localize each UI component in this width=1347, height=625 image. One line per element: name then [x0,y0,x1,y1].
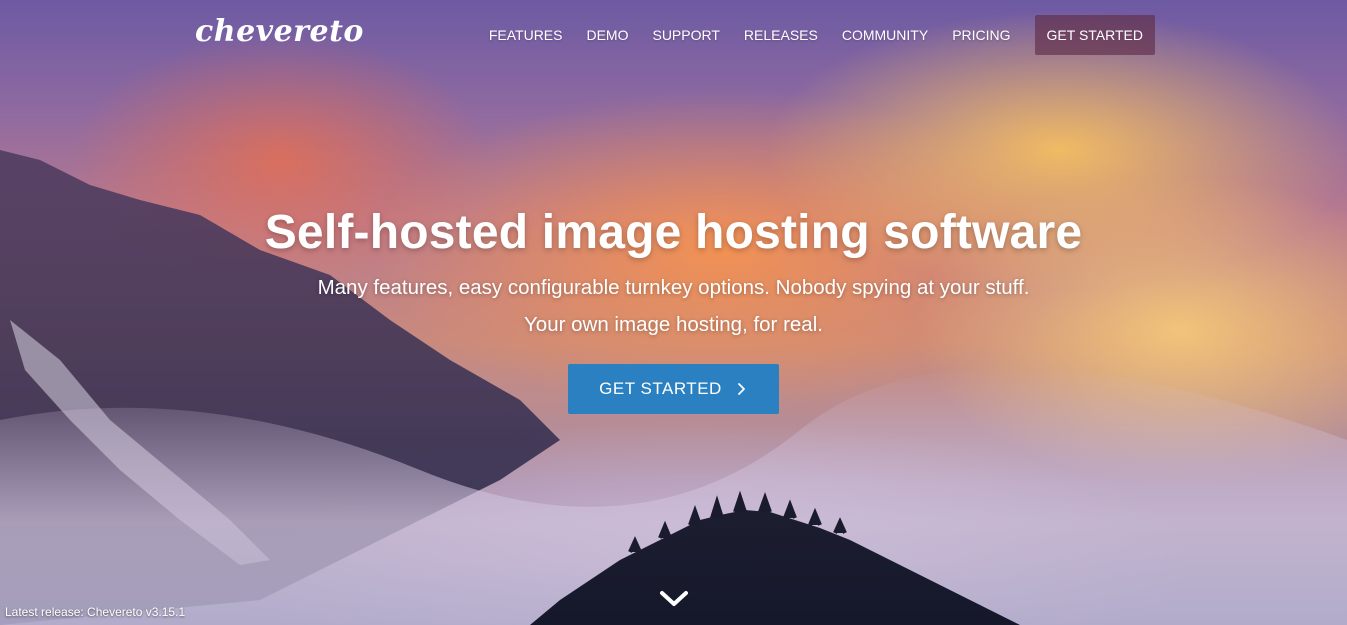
hero-button-label: GET STARTED [599,379,722,398]
nav-get-started-button[interactable]: GET STARTED [1034,15,1155,55]
nav-item-features[interactable]: FEATURES [477,15,575,55]
top-navigation: chevereto FEATURES DEMO SUPPORT RELEASES… [0,0,1347,70]
hero-title: Self-hosted image hosting software [264,206,1083,259]
hero-subtitle-line-2: Your own image hosting, for real. [524,313,823,336]
nav-item-pricing[interactable]: PRICING [940,15,1022,55]
chevereto-logo[interactable]: chevereto [195,14,364,49]
chevron-down-icon[interactable] [659,589,689,609]
chevron-right-icon [737,383,745,395]
nav-item-community[interactable]: COMMUNITY [830,15,940,55]
hero-get-started-button[interactable]: GET STARTED [568,364,779,414]
hero-section: chevereto FEATURES DEMO SUPPORT RELEASES… [0,0,1347,625]
nav-menu: FEATURES DEMO SUPPORT RELEASES COMMUNITY… [477,15,1155,55]
latest-release-text: Latest release: Chevereto v3.15.1 [5,605,186,619]
hero-subtitle-line-1: Many features, easy configurable turnkey… [317,276,1030,299]
hero-content: Self-hosted image hosting software Many … [0,205,1347,414]
nav-item-demo[interactable]: DEMO [574,15,640,55]
nav-item-releases[interactable]: RELEASES [732,15,830,55]
nav-item-support[interactable]: SUPPORT [640,15,731,55]
